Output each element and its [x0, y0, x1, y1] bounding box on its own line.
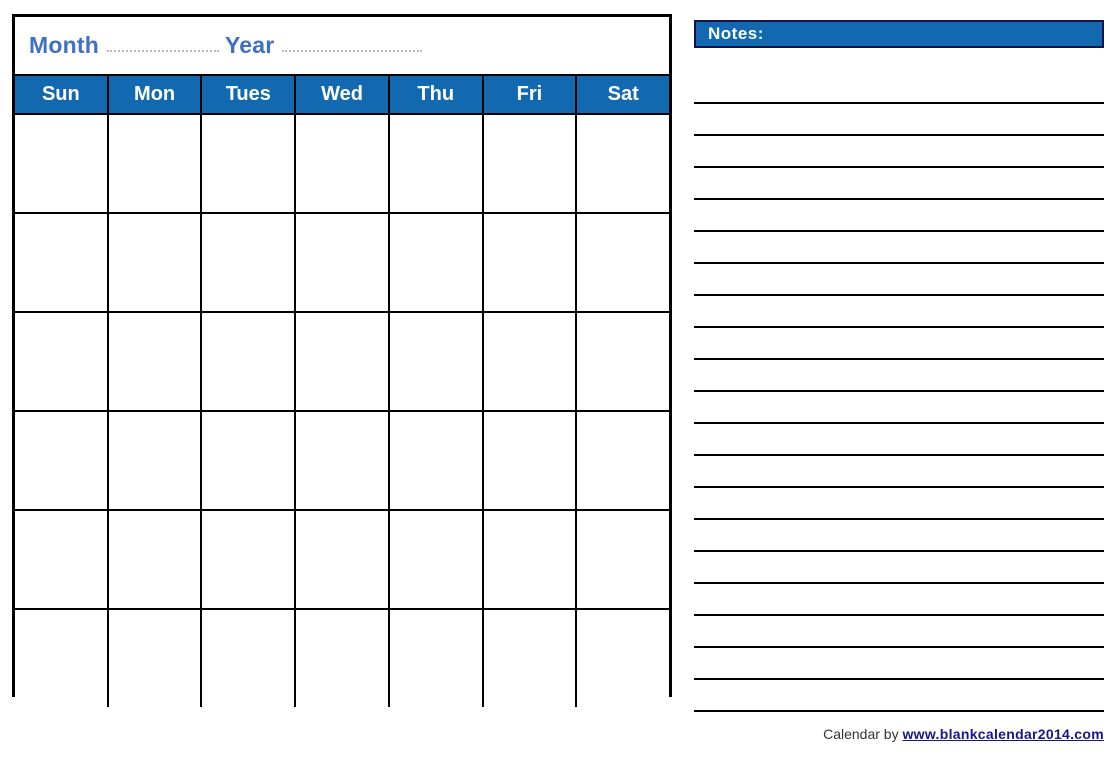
- day-cell[interactable]: [483, 214, 578, 311]
- day-cell[interactable]: [15, 610, 109, 707]
- table-row: [15, 511, 670, 610]
- day-cell[interactable]: [389, 511, 484, 608]
- day-cell[interactable]: [108, 115, 203, 212]
- day-cell[interactable]: [202, 115, 297, 212]
- table-row: [15, 115, 670, 214]
- weekday-header-mon: Mon: [108, 76, 203, 113]
- note-line[interactable]: [694, 616, 1104, 648]
- day-cell[interactable]: [202, 313, 297, 410]
- note-line[interactable]: [694, 520, 1104, 552]
- day-cell[interactable]: [108, 511, 203, 608]
- note-line[interactable]: [694, 72, 1104, 104]
- day-cell[interactable]: [296, 115, 390, 212]
- note-line[interactable]: [694, 648, 1104, 680]
- weekday-header-wed: Wed: [296, 76, 390, 113]
- day-cell[interactable]: [108, 313, 203, 410]
- note-line[interactable]: [694, 456, 1104, 488]
- weekday-header-sun: Sun: [15, 76, 109, 113]
- day-cell[interactable]: [296, 214, 390, 311]
- day-cell[interactable]: [296, 511, 390, 608]
- note-line[interactable]: [694, 232, 1104, 264]
- footer-prefix: Calendar by: [823, 726, 903, 742]
- day-cell[interactable]: [15, 511, 109, 608]
- calendar-panel: Month Year Sun Mon Tues Wed Thu Fri Sat: [12, 14, 672, 707]
- footer-website-link[interactable]: www.blankcalendar2014.com: [902, 726, 1104, 742]
- day-cell[interactable]: [296, 412, 390, 509]
- day-cell[interactable]: [108, 214, 203, 311]
- note-line[interactable]: [694, 136, 1104, 168]
- day-cell[interactable]: [389, 610, 484, 707]
- day-cell[interactable]: [15, 115, 109, 212]
- day-cell[interactable]: [15, 214, 109, 311]
- notes-panel: Notes:: [694, 20, 1104, 712]
- note-line[interactable]: [694, 296, 1104, 328]
- day-cell[interactable]: [389, 115, 484, 212]
- day-cell[interactable]: [577, 610, 670, 707]
- day-cell[interactable]: [389, 214, 484, 311]
- day-cell[interactable]: [577, 511, 670, 608]
- day-cell[interactable]: [389, 412, 484, 509]
- note-line[interactable]: [694, 200, 1104, 232]
- note-line[interactable]: [694, 584, 1104, 616]
- day-cell[interactable]: [202, 412, 297, 509]
- table-row: [15, 214, 670, 313]
- table-row: [15, 313, 670, 412]
- year-input-line[interactable]: [282, 36, 423, 56]
- day-cell[interactable]: [483, 412, 578, 509]
- month-input-line[interactable]: [106, 36, 219, 56]
- notes-banner: Notes:: [694, 20, 1104, 48]
- note-line[interactable]: [694, 392, 1104, 424]
- day-cell[interactable]: [108, 610, 203, 707]
- note-line[interactable]: [694, 104, 1104, 136]
- day-cell[interactable]: [15, 313, 109, 410]
- month-year-bar: Month Year: [15, 17, 669, 76]
- note-line[interactable]: [694, 168, 1104, 200]
- note-line[interactable]: [694, 360, 1104, 392]
- note-line[interactable]: [694, 680, 1104, 712]
- table-row: [15, 412, 670, 511]
- weekday-header-fri: Fri: [483, 76, 578, 113]
- day-cell[interactable]: [296, 610, 390, 707]
- weekday-header-thu: Thu: [389, 76, 484, 113]
- day-cell[interactable]: [108, 412, 203, 509]
- day-cell[interactable]: [202, 511, 297, 608]
- day-cell[interactable]: [483, 511, 578, 608]
- day-cell[interactable]: [577, 313, 670, 410]
- note-line[interactable]: [694, 424, 1104, 456]
- day-cell[interactable]: [15, 412, 109, 509]
- table-row: [15, 610, 670, 707]
- day-cell[interactable]: [577, 214, 670, 311]
- month-label: Month: [29, 32, 99, 58]
- day-cell[interactable]: [577, 412, 670, 509]
- weekday-header-sat: Sat: [577, 76, 670, 113]
- day-cell[interactable]: [202, 610, 297, 707]
- note-line[interactable]: [694, 264, 1104, 296]
- day-cell[interactable]: [296, 313, 390, 410]
- day-cell[interactable]: [483, 610, 578, 707]
- note-line[interactable]: [694, 552, 1104, 584]
- day-cell[interactable]: [483, 115, 578, 212]
- note-line[interactable]: [694, 488, 1104, 520]
- year-label: Year: [224, 32, 275, 58]
- footer-credit: Calendar by www.blankcalendar2014.com: [0, 726, 1104, 742]
- day-cell[interactable]: [577, 115, 670, 212]
- weekday-header-row: Sun Mon Tues Wed Thu Fri Sat: [15, 76, 670, 113]
- notes-lines-area: [694, 72, 1104, 712]
- day-cell[interactable]: [202, 214, 297, 311]
- day-cell[interactable]: [389, 313, 484, 410]
- note-line[interactable]: [694, 328, 1104, 360]
- day-cell[interactable]: [483, 313, 578, 410]
- calendar-weeks-grid: [15, 113, 670, 707]
- weekday-header-tues: Tues: [202, 76, 297, 113]
- notes-title: Notes:: [708, 24, 764, 43]
